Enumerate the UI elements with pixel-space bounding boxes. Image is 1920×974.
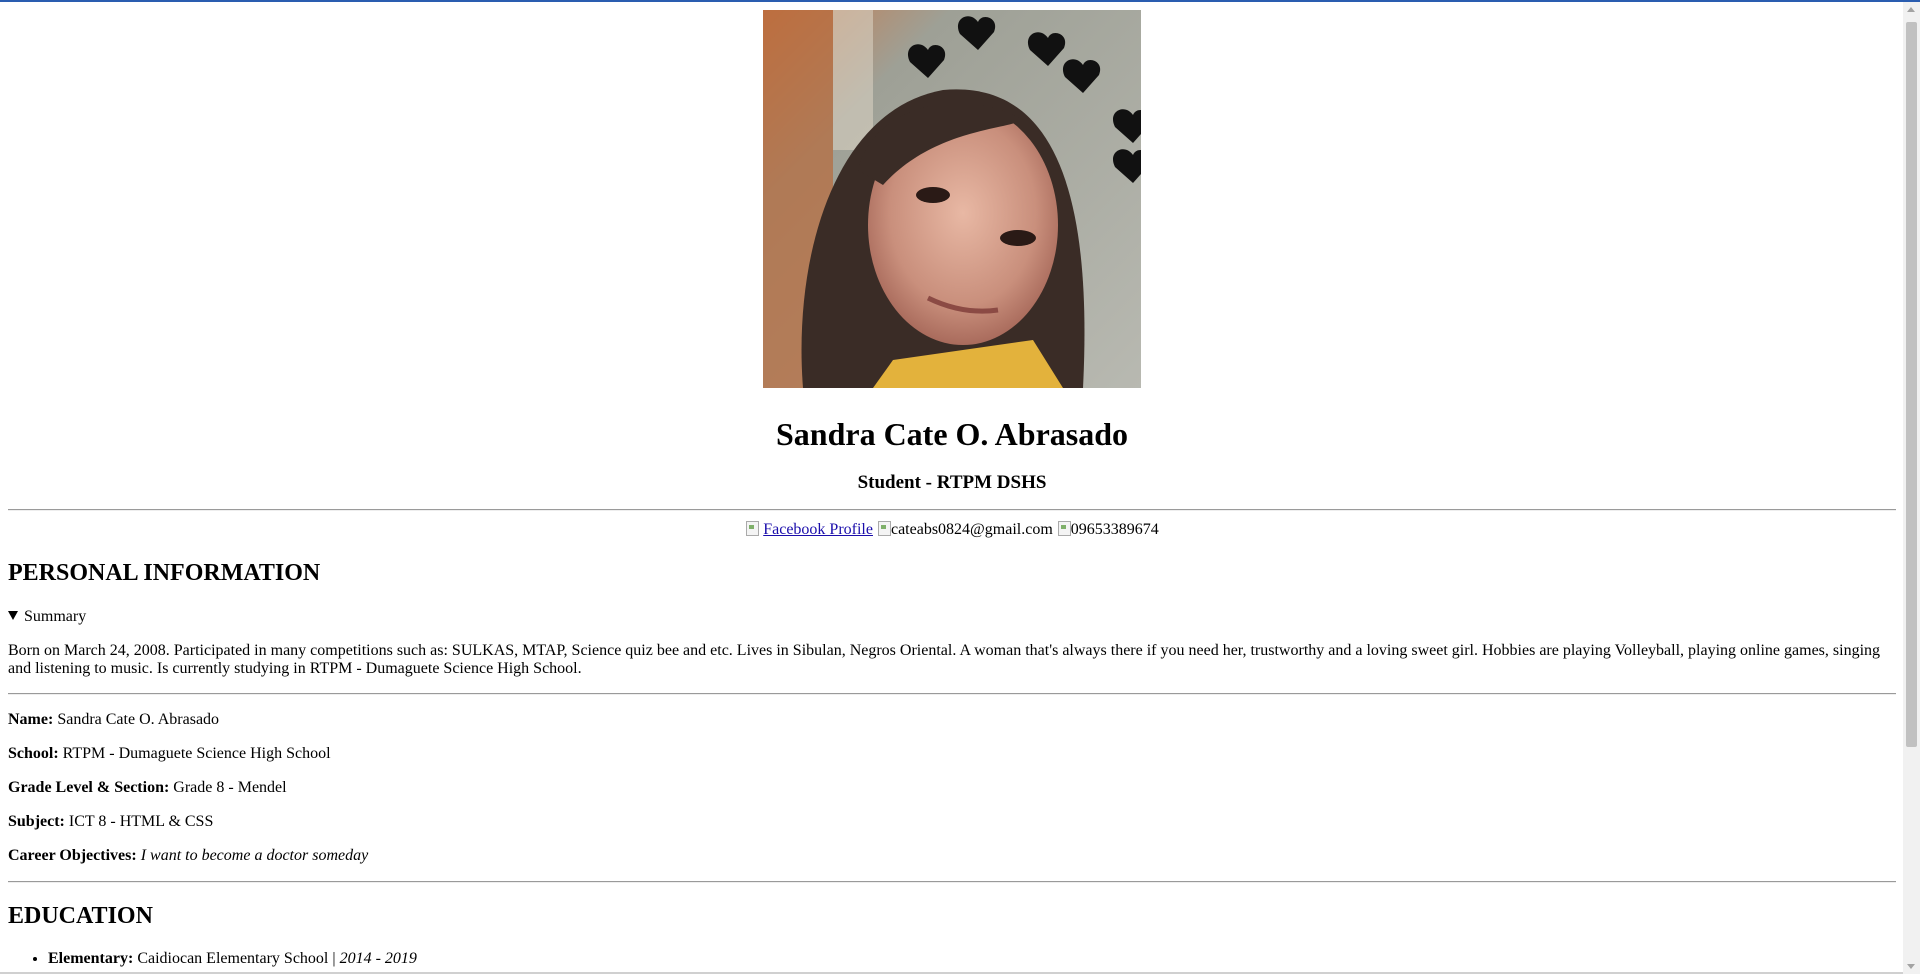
education-school: Caidiocan Elementary School	[137, 950, 329, 967]
summary-label: Summary	[24, 608, 87, 625]
info-label: Subject:	[8, 813, 65, 830]
education-years: 2014 - 2019	[339, 950, 417, 967]
profile-subtitle: Student - RTPM DSHS	[857, 472, 1047, 493]
info-label: School:	[8, 745, 59, 762]
disclosure-triangle-icon	[8, 611, 18, 620]
education-list: Elementary: Caidiocan Elementary School …	[8, 949, 417, 969]
phone-icon	[1057, 520, 1071, 536]
email-icon	[877, 520, 891, 536]
contact-bar: Facebook Profile cateabs0824@gmail.com 0…	[8, 520, 1896, 540]
info-label: Name:	[8, 711, 54, 728]
contact-phone: 09653389674	[1070, 521, 1159, 538]
divider	[8, 693, 1896, 695]
profile-photo	[763, 10, 1141, 388]
education-heading: EDUCATION	[8, 903, 153, 929]
vertical-scrollbar[interactable]	[1903, 2, 1920, 974]
info-label: Grade Level & Section:	[8, 779, 170, 796]
contact-email: cateabs0824@gmail.com	[890, 521, 1053, 538]
info-label: Career Objectives:	[8, 847, 137, 864]
info-value: ICT 8 - HTML & CSS	[68, 813, 214, 830]
info-name: Name: Sandra Cate O. Abrasado	[8, 710, 219, 730]
info-value: I want to become a doctor someday	[140, 847, 369, 864]
scrollbar-thumb[interactable]	[1906, 22, 1917, 747]
info-subject: Subject: ICT 8 - HTML & CSS	[8, 812, 213, 832]
info-career-objectives: Career Objectives: I want to become a do…	[8, 846, 368, 866]
personal-info-heading: PERSONAL INFORMATION	[8, 560, 321, 586]
resume-page: Sandra Cate O. Abrasado Student - RTPM D…	[8, 2, 1896, 974]
education-separator: |	[332, 950, 336, 967]
summary-toggle[interactable]: Summary	[8, 607, 86, 627]
info-value: Grade 8 - Mendel	[173, 779, 287, 796]
info-grade-section: Grade Level & Section: Grade 8 - Mendel	[8, 778, 287, 798]
info-value: Sandra Cate O. Abrasado	[57, 711, 220, 728]
divider	[8, 881, 1896, 883]
scroll-up-arrow-icon[interactable]	[1907, 7, 1915, 12]
divider	[8, 509, 1896, 511]
education-level: Elementary:	[48, 950, 134, 967]
scroll-down-arrow-icon[interactable]	[1907, 964, 1915, 969]
profile-photo-image	[763, 10, 1141, 388]
facebook-profile-link[interactable]: Facebook Profile	[763, 521, 873, 538]
list-item: Elementary: Caidiocan Elementary School …	[48, 949, 417, 969]
facebook-icon	[745, 520, 760, 536]
info-school: School: RTPM - Dumaguete Science High Sc…	[8, 744, 331, 764]
info-value: RTPM - Dumaguete Science High School	[62, 745, 331, 762]
profile-name: Sandra Cate O. Abrasado	[775, 416, 1129, 452]
summary-text: Born on March 24, 2008. Participated in …	[8, 642, 1881, 677]
